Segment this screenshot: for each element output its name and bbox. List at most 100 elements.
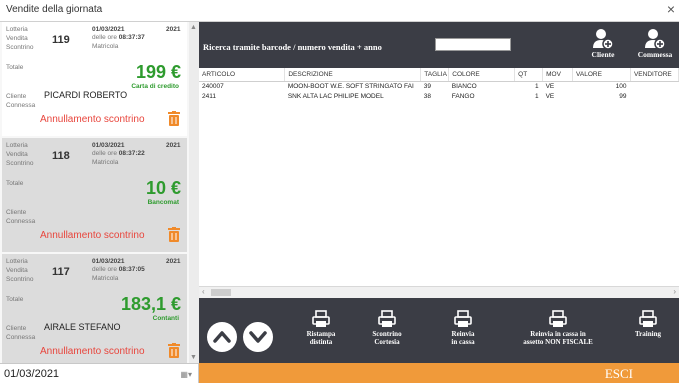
table-horizontal-scrollbar[interactable]: ‹ › <box>199 286 679 298</box>
scontrino-label: Scontrino <box>6 160 34 167</box>
payment-type: Contanti <box>152 315 179 322</box>
sale-amount: 199 € <box>135 62 181 82</box>
scroll-left-icon[interactable]: ‹ <box>202 287 205 296</box>
printer-icon <box>549 310 567 327</box>
annul-button[interactable]: Annullamento scontrino <box>40 114 145 125</box>
column-header[interactable]: VALORE <box>572 68 631 82</box>
lotteria-label: Lotteria <box>6 258 28 265</box>
commessa-button-label: Commessa <box>637 50 673 59</box>
reprint-label: Ristampa distinta <box>306 330 336 346</box>
client-name: AIRALE STEFANO <box>44 322 121 332</box>
chevron-up-icon <box>213 331 231 343</box>
scroll-down-icon[interactable]: ▼ <box>190 354 197 361</box>
sale-time: delle ore 08:37:37 <box>92 34 145 41</box>
sale-number: 117 <box>52 266 70 278</box>
sales-list-scrollbar[interactable]: ▲ ▼ <box>189 22 199 363</box>
courtesy-receipt-label: Scontrino Cortesia <box>372 330 402 346</box>
search-toolbar: Ricerca tramite barcode / numero vendita… <box>199 22 679 68</box>
sale-amount: 183,1 € <box>120 294 181 314</box>
table-cell: 1 <box>534 92 539 100</box>
table-cell: FANGO <box>451 92 475 100</box>
add-user-icon <box>645 29 666 50</box>
table-cell <box>630 91 678 101</box>
sale-number: 118 <box>52 150 70 162</box>
table-cell: SNK ALTA LAC PHILIPE MODEL <box>287 92 384 100</box>
commessa-button[interactable]: Commessa <box>631 26 679 66</box>
sale-year: 2021 <box>166 142 181 149</box>
resend-button[interactable]: Reinvia in cassa <box>435 310 491 346</box>
vendita-label: Vendita <box>6 267 28 274</box>
matricola-label: Matricola <box>92 159 119 166</box>
table-row[interactable]: 240007 MOON-BOOT W.E. SOFT STRINGATO FAI… <box>199 81 679 91</box>
table-cell: 1 <box>534 82 539 90</box>
exit-button[interactable]: ESCI <box>605 366 633 382</box>
totale-label: Totale <box>6 296 24 303</box>
scroll-thumb[interactable] <box>211 289 231 296</box>
scroll-up-button[interactable] <box>207 322 237 352</box>
window-titlebar: Vendite della giornata × <box>0 0 679 22</box>
table-cell: 99 <box>619 92 627 100</box>
current-date[interactable]: 01/03/2021 <box>4 368 59 380</box>
printer-icon <box>378 310 396 327</box>
scontrino-label: Scontrino <box>6 276 34 283</box>
payment-type: Bancomat <box>147 199 179 206</box>
column-header[interactable]: ARTICOLO <box>199 68 286 82</box>
printer-icon <box>454 310 472 327</box>
scroll-right-icon[interactable]: › <box>673 287 676 296</box>
column-header[interactable]: VENDITORE <box>630 68 679 82</box>
resend-non-fiscal-button[interactable]: Reinvia in cassa in assetto NON FISCALE <box>503 310 613 346</box>
table-cell: VE <box>545 82 555 90</box>
cliente-button-label: Cliente <box>591 50 615 59</box>
scroll-up-icon[interactable]: ▲ <box>190 24 197 31</box>
table-cell: MOON-BOOT W.E. SOFT STRINGATO FAI <box>287 82 414 90</box>
scroll-down-button[interactable] <box>243 322 273 352</box>
sale-year: 2021 <box>166 26 181 33</box>
trash-icon[interactable] <box>168 227 180 242</box>
sale-card[interactable]: Lotteria Vendita Scontrino 117 01/03/202… <box>2 254 187 363</box>
matricola-label: Matricola <box>92 43 119 50</box>
annul-button[interactable]: Annullamento scontrino <box>40 230 145 241</box>
table-row[interactable]: 2411 SNK ALTA LAC PHILIPE MODEL 38 FANGO… <box>199 91 679 101</box>
printer-icon <box>312 310 330 327</box>
column-header[interactable]: TAGLIA <box>420 68 450 82</box>
column-header[interactable]: COLORE <box>448 68 516 82</box>
payment-type: Carta di credito <box>131 83 179 90</box>
date-picker[interactable]: 01/03/2021 ▦▾ <box>0 363 199 383</box>
column-header[interactable]: DESCRIZIONE <box>284 68 422 82</box>
sale-card[interactable]: Lotteria Vendita Scontrino 118 01/03/202… <box>2 138 187 252</box>
reprint-button[interactable]: Ristampa distinta <box>293 310 349 346</box>
lotteria-label: Lotteria <box>6 142 28 149</box>
scontrino-label: Scontrino <box>6 44 34 51</box>
trash-icon[interactable] <box>168 343 180 358</box>
calendar-dropdown-icon[interactable]: ▦▾ <box>180 370 192 379</box>
training-button[interactable]: Training <box>623 310 673 338</box>
training-label: Training <box>635 330 661 338</box>
courtesy-receipt-button[interactable]: Scontrino Cortesia <box>359 310 415 346</box>
column-header[interactable]: QT <box>514 68 544 82</box>
close-icon[interactable]: × <box>667 1 675 17</box>
vendita-label: Vendita <box>6 151 28 158</box>
search-input[interactable] <box>435 38 511 51</box>
cliente-button[interactable]: Cliente <box>579 26 627 66</box>
sale-card[interactable]: Lotteria Vendita Scontrino 119 01/03/202… <box>2 22 187 136</box>
table-cell: 38 <box>423 92 432 100</box>
table-cell: BIANCO <box>451 82 477 90</box>
vendita-label: Vendita <box>6 35 28 42</box>
lotteria-label: Lotteria <box>6 26 28 33</box>
resend-label: Reinvia in cassa <box>451 330 475 346</box>
table-cell <box>630 81 678 91</box>
annul-button[interactable]: Annullamento scontrino <box>40 346 145 357</box>
table-header-row: ARTICOLO DESCRIZIONE TAGLIA COLORE QT MO… <box>199 68 679 82</box>
trash-icon[interactable] <box>168 111 180 126</box>
column-header[interactable]: MOV <box>542 68 574 82</box>
printer-icon <box>639 310 657 327</box>
sale-time: delle ore 08:37:05 <box>92 266 145 273</box>
sale-time: delle ore 08:37:22 <box>92 150 145 157</box>
table-cell: 100 <box>615 82 627 90</box>
sale-date: 01/03/2021 <box>92 258 125 265</box>
add-user-icon <box>593 29 614 50</box>
sale-amount: 10 € <box>145 178 181 198</box>
matricola-label: Matricola <box>92 275 119 282</box>
exit-bar[interactable]: ESCI <box>199 363 679 383</box>
connessa-label: Connessa <box>6 218 36 225</box>
